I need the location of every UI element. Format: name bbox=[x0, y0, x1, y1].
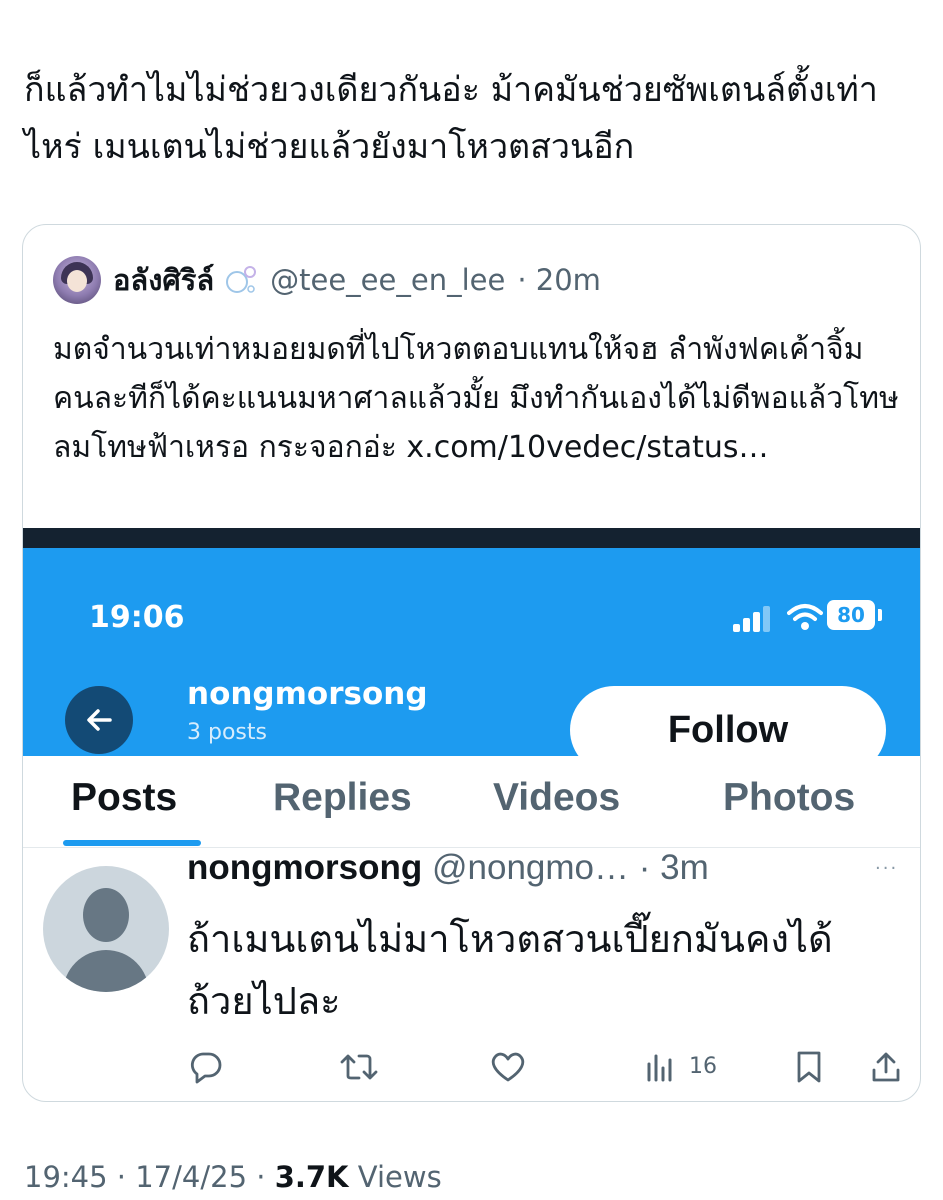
cellular-signal-icon bbox=[733, 604, 773, 632]
views-icon[interactable] bbox=[643, 1050, 677, 1084]
more-options-icon[interactable]: ··· bbox=[875, 858, 898, 879]
active-tab-indicator bbox=[63, 840, 201, 846]
back-button[interactable] bbox=[65, 686, 133, 754]
tab-videos[interactable]: Videos bbox=[493, 776, 620, 820]
quoted-user-handle[interactable]: @tee_ee_en_lee bbox=[270, 263, 505, 297]
quoted-tweet-card[interactable]: อลังศิริล์ @tee_ee_en_lee · 20m มตจำนวนเ… bbox=[22, 224, 921, 1102]
quoted-user-name[interactable]: อลังศิริล์ bbox=[113, 257, 214, 303]
separator: · bbox=[247, 1160, 275, 1194]
profile-post-count: 3 posts bbox=[187, 720, 267, 745]
tweet-metadata: 19:45 · 17/4/25 · 3.7K Views bbox=[24, 1160, 442, 1194]
quoted-tweet-image[interactable]: 19:06 80 nongmorsong 3 posts Follow Post… bbox=[23, 528, 920, 1101]
post-author-handle[interactable]: @nongmo… bbox=[432, 848, 629, 887]
default-avatar-icon[interactable] bbox=[43, 866, 169, 992]
tab-photos[interactable]: Photos bbox=[723, 776, 855, 820]
post-time: · 3m bbox=[638, 848, 709, 887]
profile-name: nongmorsong bbox=[187, 676, 428, 712]
views-label: Views bbox=[348, 1160, 442, 1194]
tab-replies[interactable]: Replies bbox=[273, 776, 412, 820]
battery-indicator: 80 bbox=[827, 600, 875, 630]
bookmark-icon[interactable] bbox=[793, 1050, 825, 1084]
repost-icon[interactable] bbox=[339, 1050, 379, 1084]
battery-tip bbox=[878, 609, 882, 621]
reply-icon[interactable] bbox=[189, 1050, 223, 1084]
quoted-user-avatar[interactable] bbox=[53, 256, 101, 304]
quoted-tweet-text: มตจำนวนเท่าหมอยมดที่ไปโหวตตอบแทนให้จฮ ลำ… bbox=[53, 332, 899, 465]
post-header: nongmorsong @nongmo… · 3m bbox=[187, 848, 709, 888]
profile-header-banner: 19:06 80 nongmorsong 3 posts Follow bbox=[23, 548, 920, 774]
post-text: ถ้าเมนเตนไม่มาโหวตสวนเปี๊ยกมันคงได้ถ้วยไ… bbox=[187, 917, 833, 1023]
quoted-tweet-header: อลังศิริล์ @tee_ee_en_lee · 20m bbox=[53, 255, 601, 305]
views-total[interactable]: 3.7K bbox=[275, 1160, 349, 1194]
wifi-icon bbox=[787, 604, 823, 630]
tweet-time: 19:45 bbox=[24, 1160, 108, 1194]
like-icon[interactable] bbox=[489, 1050, 527, 1084]
views-count: 16 bbox=[689, 1054, 717, 1079]
post-author-name[interactable]: nongmorsong bbox=[187, 848, 422, 887]
bubbles-emoji-icon bbox=[226, 266, 257, 293]
tweet-text: ก็แล้วทำไมไม่ช่วยวงเดียวกันอ่ะ ม้าคมันช่… bbox=[24, 70, 878, 167]
back-arrow-icon bbox=[87, 709, 112, 731]
tweet-date: 17/4/25 bbox=[135, 1160, 248, 1194]
image-top-strip bbox=[23, 528, 920, 548]
status-bar-time: 19:06 bbox=[89, 600, 185, 635]
profile-tabs: Posts Replies Videos Photos bbox=[23, 756, 920, 848]
tab-posts[interactable]: Posts bbox=[71, 776, 177, 820]
separator: · bbox=[107, 1160, 136, 1194]
share-icon[interactable] bbox=[869, 1050, 903, 1084]
quoted-tweet-time: · 20m bbox=[517, 263, 601, 297]
post-action-bar: 16 bbox=[23, 1050, 920, 1090]
